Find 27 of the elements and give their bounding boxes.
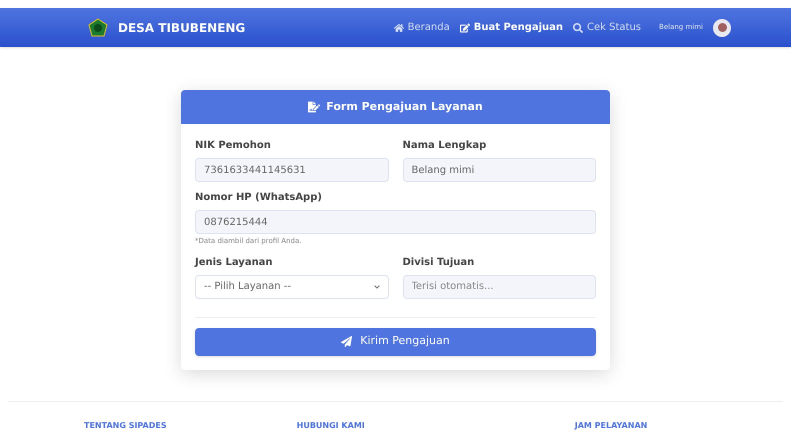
brand-name[interactable]: DESA TIBUBENENG: [118, 18, 246, 36]
home-icon: [394, 22, 404, 32]
input-field[interactable]: Terisi otomatis...: [402, 274, 596, 298]
field-label: Nomor HP (WhatsApp): [195, 191, 323, 205]
search-icon: [573, 22, 584, 32]
form-title: Form Pengajuan Layanan: [326, 98, 483, 115]
avatar-icon[interactable]: [713, 18, 731, 36]
field-label: NIK Pemohon: [195, 139, 272, 153]
service-select[interactable]: -- Pilih Layanan --: [195, 274, 388, 298]
input-field[interactable]: Belang mimi: [402, 158, 596, 182]
submit-button[interactable]: Kirim Pengajuan: [195, 328, 596, 356]
footer-heading: HUBUNGI KAMI: [296, 420, 365, 432]
input-field[interactable]: 0876215444: [195, 210, 596, 234]
footer-heading: TENTANG SIPADES: [84, 420, 167, 432]
field-label: Divisi Tujuan: [402, 256, 476, 270]
chevron-icon: [374, 284, 380, 290]
footer-heading: JAM PELAYANAN: [574, 420, 648, 432]
paper-plane-icon: [341, 336, 352, 347]
nav-link[interactable]: Buat Pengajuan: [460, 20, 564, 35]
nav-link[interactable]: Cek Status: [573, 20, 642, 35]
field-label: Nama Lengkap: [402, 139, 488, 153]
field-label: Jenis Layanan: [195, 256, 274, 270]
nav-link[interactable]: Beranda: [394, 20, 450, 35]
input-field[interactable]: 7361633441145631: [195, 158, 388, 182]
form-icon: [308, 101, 320, 113]
edit-icon: [460, 22, 470, 32]
logo-icon: [88, 18, 108, 38]
